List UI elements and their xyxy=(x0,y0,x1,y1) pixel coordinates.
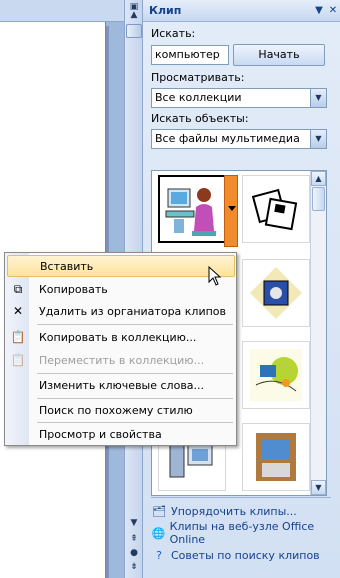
menu-item-label: Переместить в коллекцию... xyxy=(39,353,205,367)
menu-item-label: Копировать в коллекцию... xyxy=(39,330,197,344)
globe-icon: 🌐 xyxy=(151,526,166,540)
network-clip-icon xyxy=(250,349,302,401)
results-scrollbar[interactable]: ▲ ▼ xyxy=(310,171,326,495)
disk-clip-icon xyxy=(250,267,302,319)
clip-thumbnail[interactable] xyxy=(242,341,310,409)
organize-clips-label: Упорядочить клипы... xyxy=(171,504,297,518)
clip-dropdown-button[interactable] xyxy=(224,175,238,247)
menu-item-label: Просмотр и свойства xyxy=(39,427,162,441)
clip-thumbnail[interactable] xyxy=(242,259,310,327)
clip-thumbnail[interactable] xyxy=(242,423,310,491)
office-online-label: Клипы на веб-узле Office Online xyxy=(169,520,315,546)
search-tips-label: Советы по поиску клипов xyxy=(171,548,320,562)
delete-icon: ✕ xyxy=(12,304,24,318)
browse-label: Просматривать: xyxy=(151,71,245,84)
previous-page-button[interactable]: ⇞ xyxy=(126,532,142,547)
browse-object-button[interactable]: ● xyxy=(126,546,142,561)
menu-item-edit-keywords[interactable]: Изменить ключевые слова... xyxy=(7,374,235,396)
close-icon[interactable]: ✕ xyxy=(326,5,340,16)
search-input[interactable]: компьютер xyxy=(151,45,229,65)
chevron-down-icon xyxy=(228,206,236,211)
organize-clips-link[interactable]: 🗂 Упорядочить клипы... xyxy=(151,500,337,522)
scroll-down-button[interactable]: ▼ xyxy=(126,516,142,531)
office-online-link[interactable]: 🌐 Клипы на веб-узле Office Online xyxy=(151,520,337,546)
laptop-clip-icon xyxy=(256,433,296,481)
menu-item-copy-to-collection[interactable]: 📋 Копировать в коллекцию... xyxy=(7,326,235,348)
divider xyxy=(151,497,331,498)
menu-item-insert[interactable]: Вставить xyxy=(7,255,235,277)
move-to-collection-icon: 📋 xyxy=(10,353,26,367)
organize-icon: 🗂 xyxy=(152,504,166,518)
chevron-down-icon[interactable]: ▼ xyxy=(310,130,326,148)
computer-user-clip-icon xyxy=(165,188,216,236)
menu-item-preview-properties[interactable]: Просмотр и свойства xyxy=(7,423,235,445)
chevron-down-icon[interactable]: ▼ xyxy=(310,89,326,107)
pane-title: Клип xyxy=(149,4,182,17)
browse-select[interactable]: Все коллекции ▼ xyxy=(151,88,327,108)
menu-item-label: Поиск по похожему стилю xyxy=(39,403,193,417)
scroll-thumb[interactable] xyxy=(312,187,325,211)
menu-item-label: Удалить из органиатора клипов xyxy=(39,304,227,318)
search-label: Искать: xyxy=(151,27,196,40)
objects-select[interactable]: Все файлы мультимедиа ▼ xyxy=(151,129,327,149)
scroll-thumb[interactable] xyxy=(126,24,142,38)
menu-item-label: Копировать xyxy=(39,282,108,296)
scroll-up-button[interactable]: ▲ xyxy=(126,8,142,23)
browse-select-value: Все коллекции xyxy=(155,91,242,104)
clip-thumbnail[interactable] xyxy=(158,175,238,247)
scroll-down-button[interactable]: ▼ xyxy=(311,480,326,495)
mouse-cursor-icon xyxy=(208,266,222,286)
menu-item-move-to-collection: 📋 Переместить в коллекцию... xyxy=(7,349,235,371)
copy-to-collection-icon: 📋 xyxy=(10,330,26,344)
pane-menu-icon[interactable]: ▼ xyxy=(312,5,326,16)
pane-links: 🗂 Упорядочить клипы... 🌐 Клипы на веб-уз… xyxy=(151,500,337,566)
pane-header: Клип ▼ ✕ xyxy=(143,0,340,22)
start-button[interactable]: Начать xyxy=(233,44,325,66)
menu-item-label: Изменить ключевые слова... xyxy=(39,378,205,392)
context-menu: Вставить ⧉ Копировать ✕ Удалить из орган… xyxy=(4,252,237,446)
menu-item-delete[interactable]: ✕ Удалить из органиатора клипов xyxy=(7,300,235,322)
copy-icon: ⧉ xyxy=(13,281,23,296)
search-tips-link[interactable]: ? Советы по поиску клипов xyxy=(151,544,337,566)
objects-select-value: Все файлы мультимедиа xyxy=(155,132,300,145)
next-page-button[interactable]: ⇟ xyxy=(126,560,142,575)
ruler xyxy=(0,0,124,22)
search-input-value: компьютер xyxy=(155,48,220,61)
menu-item-find-similar[interactable]: Поиск по похожему стилю xyxy=(7,399,235,421)
menu-item-label: Вставить xyxy=(40,259,94,273)
menu-separator xyxy=(37,324,233,325)
scroll-up-button[interactable]: ▲ xyxy=(311,171,326,186)
floppy-disks-clip-icon xyxy=(251,188,298,231)
clip-thumbnail[interactable] xyxy=(242,175,310,243)
help-icon: ? xyxy=(156,548,162,562)
objects-label: Искать объекты: xyxy=(151,112,249,125)
menu-item-copy[interactable]: ⧉ Копировать xyxy=(7,278,235,300)
